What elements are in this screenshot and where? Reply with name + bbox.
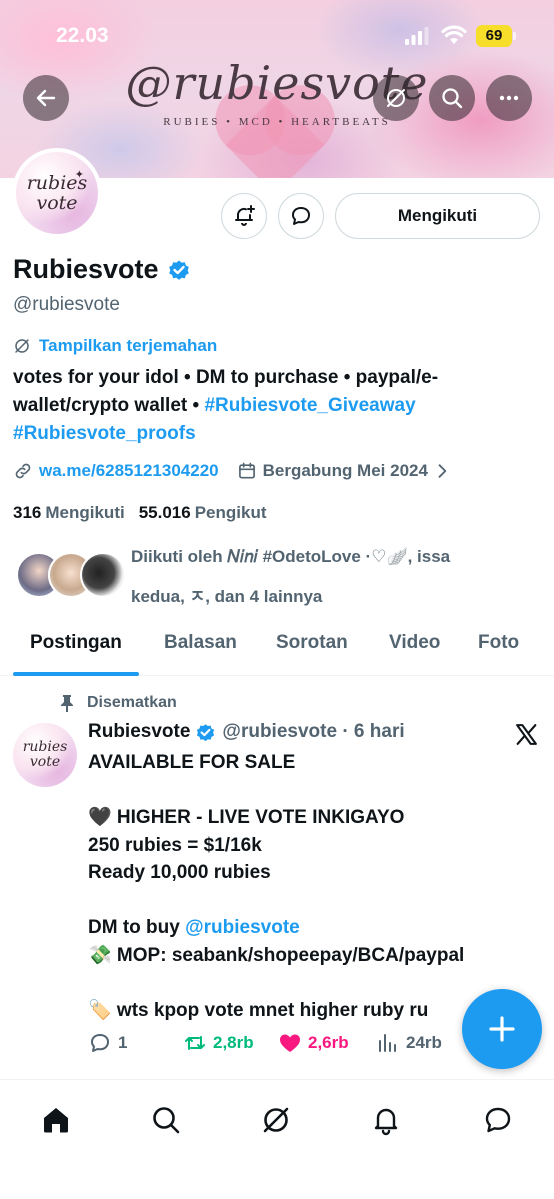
tweet-avatar[interactable]: rubies vote <box>13 723 77 787</box>
home-icon <box>44 1108 68 1133</box>
more-button[interactable] <box>486 75 532 121</box>
grok-icon <box>263 1107 289 1133</box>
tweet-header: Rubiesvote @rubiesvote · 6 hari <box>88 721 405 743</box>
pin-icon <box>61 695 73 712</box>
nav-home[interactable] <box>36 1100 76 1140</box>
compose-post-button[interactable] <box>462 989 542 1069</box>
tab-posts[interactable]: Postingan <box>30 632 122 654</box>
search-icon <box>442 88 463 109</box>
messages-icon <box>485 1107 511 1133</box>
avatar <box>80 552 126 598</box>
translate-icon <box>387 89 405 107</box>
show-translation-link[interactable]: Tampilkan terjemahan <box>13 336 217 356</box>
status-time: 22.03 <box>56 24 109 47</box>
profile-bio: votes for your idol • DM to purchase • p… <box>13 367 439 444</box>
hashtag-giveaway[interactable]: #Rubiesvote_Giveaway <box>204 395 415 416</box>
nav-search[interactable] <box>146 1100 186 1140</box>
back-button[interactable] <box>23 75 69 121</box>
reply-button[interactable]: 1 <box>88 1031 127 1055</box>
profile-meta: wa.me/6285121304220 Bergabung Mei 2024 <box>13 461 452 481</box>
display-name: Rubiesvote <box>13 254 191 285</box>
nav-grok[interactable] <box>256 1100 296 1140</box>
wifi-icon <box>441 25 467 44</box>
retweet-icon <box>185 1036 205 1050</box>
status-bar: 22.03 69 <box>0 0 554 72</box>
following-button[interactable]: Mengikuti <box>335 193 540 239</box>
profile-tabs: Postingan Balasan Sorotan Video Foto <box>0 620 554 676</box>
followed-by-text[interactable]: Diikuti oleh 𝑁𝑖𝑛𝑖 #OdetoLove ·♡🪽, issa k… <box>131 537 531 617</box>
profile-avatar[interactable]: ✦ rubies vote <box>12 148 102 238</box>
retweet-button[interactable]: 2,8rb <box>183 1031 254 1055</box>
tweet-handle-time[interactable]: @rubiesvote · 6 hari <box>222 721 404 743</box>
tweet-author-name[interactable]: Rubiesvote <box>88 721 190 743</box>
search-icon <box>153 1107 180 1134</box>
translate-icon <box>15 339 29 353</box>
bell-plus-icon <box>235 205 255 226</box>
views-button[interactable]: 24rb <box>376 1031 442 1055</box>
notify-button[interactable] <box>221 193 267 239</box>
notifications-icon <box>374 1108 398 1136</box>
tab-replies[interactable]: Balasan <box>164 632 237 654</box>
signal-icon <box>405 27 429 45</box>
verified-badge-icon <box>168 260 189 280</box>
followed-by-avatars[interactable] <box>16 548 126 604</box>
avatar-logo-text: rubies vote <box>22 739 68 770</box>
tab-photos[interactable]: Foto <box>478 632 519 654</box>
x-logo-icon[interactable] <box>514 722 539 747</box>
joined-date: Bergabung Mei 2024 <box>262 461 428 480</box>
message-bubble-icon <box>292 207 310 225</box>
like-button[interactable]: 2,6rb <box>278 1031 349 1055</box>
nav-notifications[interactable] <box>366 1100 406 1140</box>
pinned-label: Disematkan <box>59 694 177 712</box>
verified-badge-icon <box>197 723 215 741</box>
hashtag-proofs[interactable]: #Rubiesvote_proofs <box>13 423 196 444</box>
plus-icon <box>489 1016 515 1042</box>
banner-subtitle: RUBIES • MCD • HEARTBEATS <box>163 116 391 128</box>
followers-link[interactable]: 55.016 Pengikut <box>139 503 267 523</box>
retweet-count: 2,8rb <box>213 1033 254 1052</box>
follow-counts: 316 Mengikuti 55.016 Pengikut <box>13 503 267 523</box>
profile-handle: @rubiesvote <box>13 294 120 315</box>
nav-messages[interactable] <box>478 1100 518 1140</box>
tab-highlights[interactable]: Sorotan <box>276 632 348 654</box>
heart-icon <box>280 1034 300 1052</box>
bottom-navigation <box>0 1079 554 1199</box>
sparkle-icon: ✦ <box>74 169 84 181</box>
battery-icon: 69 <box>476 25 516 47</box>
home-indicator[interactable] <box>137 1185 417 1191</box>
reply-count: 1 <box>118 1033 128 1052</box>
battery-level: 69 <box>485 27 503 44</box>
views-chart-icon <box>379 1034 396 1052</box>
profile-link[interactable]: wa.me/6285121304220 <box>39 461 219 481</box>
back-icon <box>36 89 56 107</box>
more-icon <box>499 95 519 101</box>
views-count: 24rb <box>406 1033 442 1052</box>
link-icon <box>15 463 31 479</box>
search-button[interactable] <box>429 75 475 121</box>
tweet-text[interactable]: AVAILABLE FOR SALE 🖤 HIGHER - LIVE VOTE … <box>88 749 538 1021</box>
tab-video[interactable]: Video <box>389 632 440 654</box>
chevron-right-icon[interactable] <box>432 461 452 481</box>
mention-link[interactable]: @rubiesvote <box>185 917 300 938</box>
calendar-icon <box>238 462 255 479</box>
active-tab-indicator <box>13 672 139 676</box>
message-button[interactable] <box>278 193 324 239</box>
like-count: 2,6rb <box>308 1033 349 1052</box>
reply-icon <box>91 1034 109 1052</box>
translate-button[interactable] <box>373 75 419 121</box>
following-link[interactable]: 316 Mengikuti <box>13 503 125 523</box>
